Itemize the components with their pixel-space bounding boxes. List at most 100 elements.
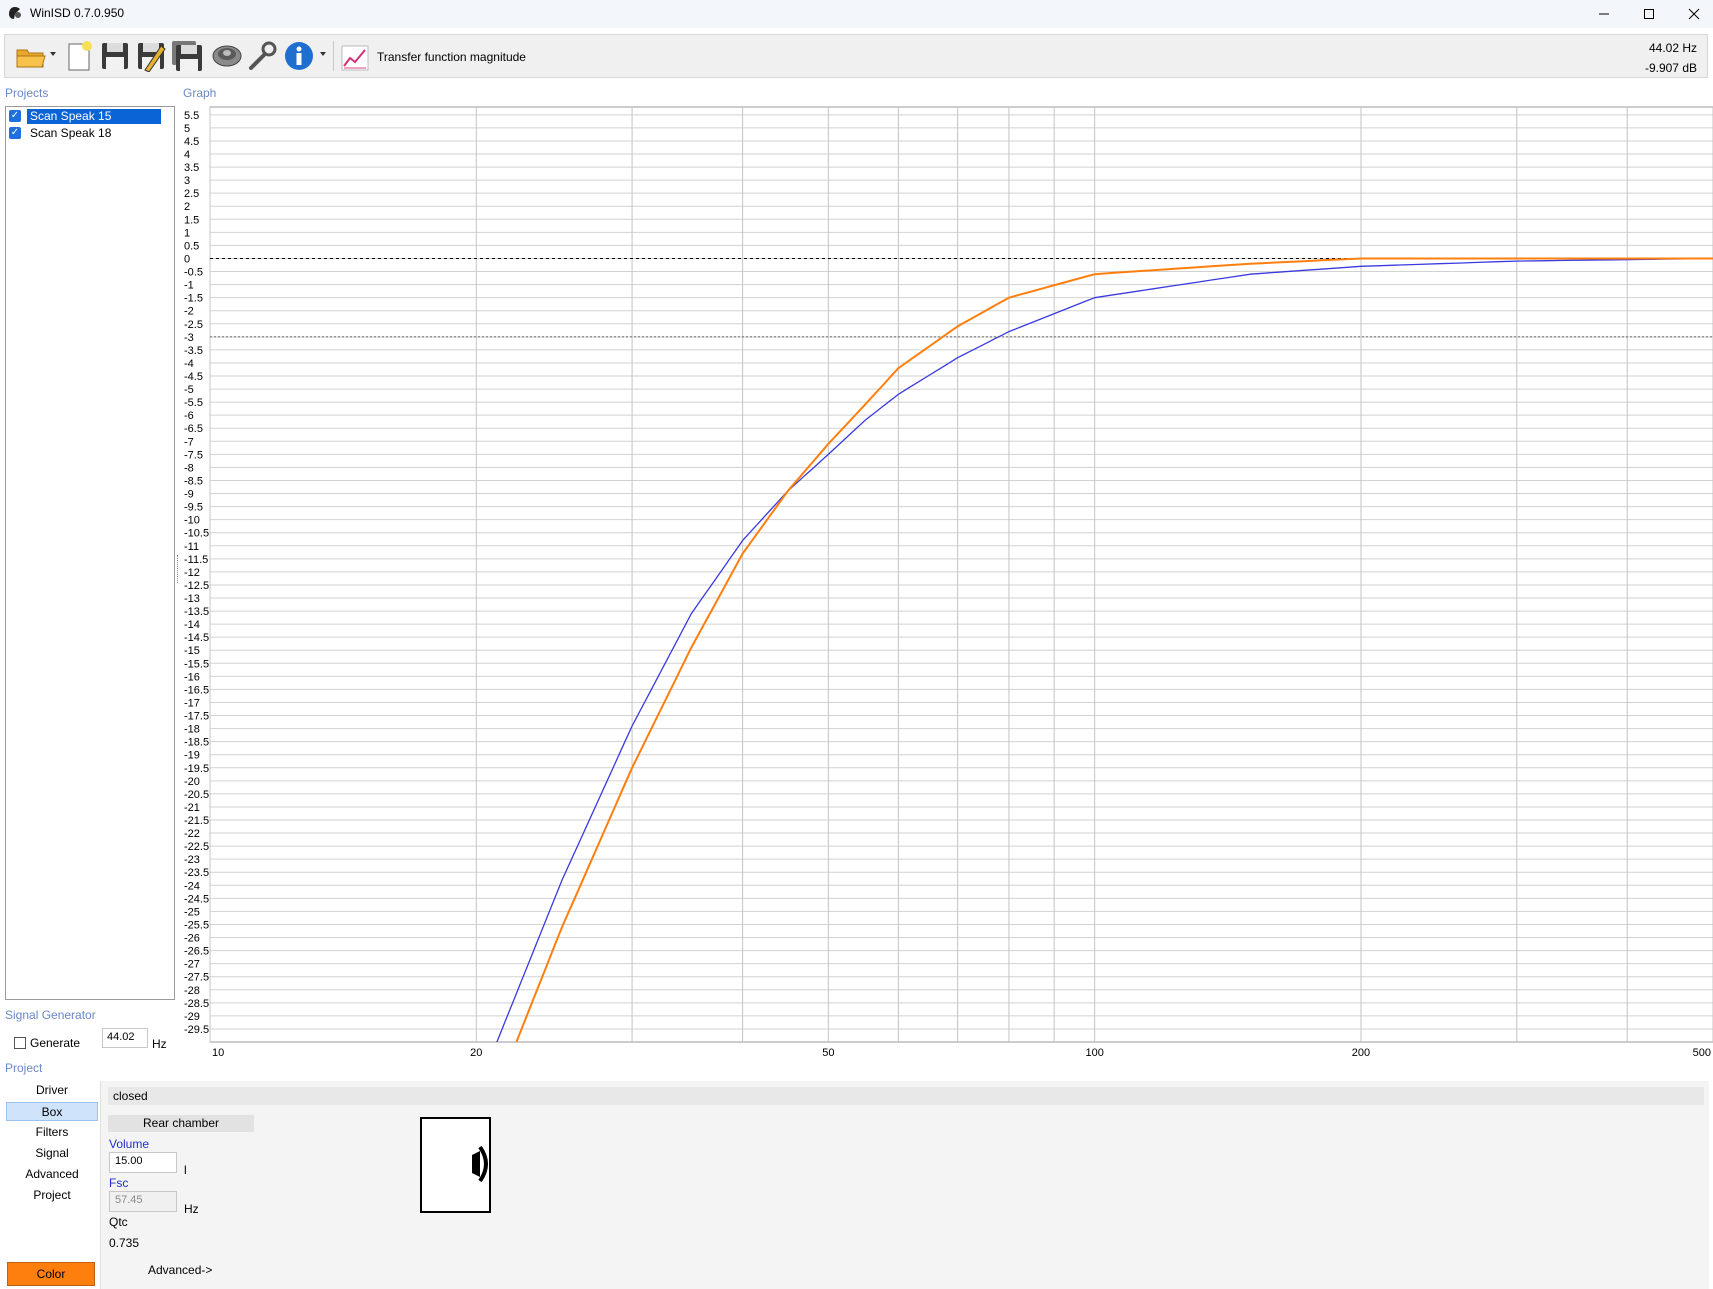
y-tick-label: -21 <box>184 802 200 814</box>
y-tick-label: -3 <box>184 332 194 344</box>
y-tick-label: -20.5 <box>184 789 209 801</box>
nav-item-project[interactable]: Project <box>6 1186 98 1205</box>
new-document-icon[interactable] <box>63 40 95 72</box>
maximize-icon <box>1644 9 1654 19</box>
tools-wrench-icon[interactable] <box>247 40 279 72</box>
y-tick-label: -17 <box>184 697 200 709</box>
fsc-field: 57.45 <box>109 1191 177 1212</box>
y-tick-label: -14 <box>184 619 200 631</box>
generator-frequency-input[interactable]: 44.02 <box>102 1028 148 1048</box>
y-tick-label: -27.5 <box>184 972 209 984</box>
project-item-scan-speak-18[interactable]: ✓ Scan Speak 18 <box>9 125 114 141</box>
signal-generator-title: Signal Generator <box>5 1008 96 1022</box>
y-tick-label: -9 <box>184 489 194 501</box>
project-item-label: Scan Speak 18 <box>30 125 112 140</box>
y-tick-label: -10 <box>184 515 200 527</box>
y-tick-label: -26 <box>184 933 200 945</box>
transfer-function-chart[interactable]: 5.554.543.532.521.510.50 -0.5-1-1.5-2-2.5… <box>176 100 1713 1060</box>
y-tick-label: -2.5 <box>184 319 203 331</box>
y-tick-label: -19 <box>184 750 200 762</box>
info-icon[interactable] <box>283 40 315 72</box>
nav-item-signal[interactable]: Signal <box>6 1144 98 1163</box>
y-tick-label: 0.5 <box>184 240 199 252</box>
y-tick-label: 3.5 <box>184 162 199 174</box>
y-tick-label: 2 <box>184 201 190 213</box>
y-tick-label: -10.5 <box>184 528 209 540</box>
y-tick-label: -20 <box>184 776 200 788</box>
save-icon[interactable] <box>99 40 131 72</box>
nav-item-advanced[interactable]: Advanced <box>6 1165 98 1184</box>
projects-list[interactable]: ✓ Scan Speak 15 ✓ Scan Speak 18 <box>5 106 175 1000</box>
y-tick-label: -12 <box>184 567 200 579</box>
volume-input[interactable]: 15.00 <box>109 1152 177 1173</box>
x-tick-label: 20 <box>470 1047 482 1059</box>
nav-item-box[interactable]: Box <box>6 1102 98 1121</box>
graph-type-label[interactable]: Transfer function magnitude <box>377 50 526 64</box>
y-tick-label: -28 <box>184 985 200 997</box>
advanced-link[interactable]: Advanced-> <box>148 1263 212 1277</box>
y-tick-label: -8 <box>184 462 194 474</box>
x-tick-label: 500 <box>1693 1047 1711 1059</box>
plot-area <box>209 106 1713 1043</box>
project-section-title: Project <box>5 1061 43 1075</box>
save-all-icon[interactable] <box>171 40 203 72</box>
graph-type-icon[interactable] <box>341 45 369 71</box>
checkbox-checked-icon[interactable]: ✓ <box>9 110 21 122</box>
y-tick-label: -16 <box>184 671 200 683</box>
color-button[interactable]: Color <box>7 1262 95 1286</box>
y-tick-label: -29.5 <box>184 1024 209 1036</box>
speaker-driver-icon <box>472 1145 488 1183</box>
qtc-label: Qtc <box>109 1215 128 1229</box>
y-tick-label: -1 <box>184 280 194 292</box>
nav-item-filters[interactable]: Filters <box>6 1123 98 1142</box>
minimize-button[interactable] <box>1581 0 1627 28</box>
y-tick-label: -5 <box>184 384 194 396</box>
y-tick-label: -18 <box>184 724 200 736</box>
y-tick-label: -28.5 <box>184 998 209 1010</box>
box-panel <box>100 1081 1709 1289</box>
rear-chamber-tab[interactable]: Rear chamber <box>108 1115 254 1132</box>
driver-speaker-icon[interactable] <box>211 40 243 72</box>
project-item-scan-speak-15[interactable]: ✓ Scan Speak 15 <box>9 108 161 124</box>
y-tick-label: 1 <box>184 227 190 239</box>
open-folder-icon[interactable] <box>15 40 47 72</box>
generate-label: Generate <box>30 1036 81 1050</box>
toolbar: Transfer function magnitude 44.02 Hz -9.… <box>4 34 1708 78</box>
save-as-icon[interactable] <box>135 40 167 72</box>
window-title: WinISD 0.7.0.950 <box>30 6 125 20</box>
y-tick-label: -26.5 <box>184 946 209 958</box>
y-tick-label: -22 <box>184 828 200 840</box>
y-tick-label: -14.5 <box>184 632 209 644</box>
nav-item-driver[interactable]: Driver <box>6 1081 98 1100</box>
y-tick-label: 4.5 <box>184 136 199 148</box>
y-tick-label: -19.5 <box>184 763 209 775</box>
generator-frequency-unit: Hz <box>152 1037 167 1051</box>
qtc-value: 0.735 <box>109 1236 140 1250</box>
close-button[interactable] <box>1671 0 1713 28</box>
y-tick-label: -17.5 <box>184 711 209 723</box>
x-tick-label: 200 <box>1352 1047 1370 1059</box>
toolbar-separator <box>333 41 334 71</box>
y-tick-label: -9.5 <box>184 502 203 514</box>
chevron-down-icon[interactable] <box>319 50 327 58</box>
maximize-button[interactable] <box>1626 0 1672 28</box>
x-tick-label: 50 <box>822 1047 834 1059</box>
app-icon <box>9 7 21 19</box>
y-tick-label: -21.5 <box>184 815 209 827</box>
y-tick-label: -15 <box>184 645 200 657</box>
checkbox-checked-icon[interactable]: ✓ <box>9 127 21 139</box>
y-tick-label: -25.5 <box>184 919 209 931</box>
close-icon <box>1688 8 1700 20</box>
volume-unit: l <box>184 1163 187 1177</box>
box-type-select[interactable]: closed <box>108 1087 1704 1105</box>
y-tick-label: -7.5 <box>184 449 203 461</box>
generate-checkbox[interactable] <box>14 1037 26 1049</box>
y-tick-label: -11 <box>184 541 199 553</box>
projects-title: Projects <box>5 86 49 100</box>
y-tick-label: -29 <box>184 1011 200 1023</box>
x-tick-label: 10 <box>212 1047 224 1059</box>
y-tick-label: -5.5 <box>184 397 203 409</box>
y-tick-label: -23 <box>184 854 200 866</box>
chevron-down-icon[interactable] <box>49 50 57 58</box>
volume-label: Volume <box>109 1137 150 1151</box>
